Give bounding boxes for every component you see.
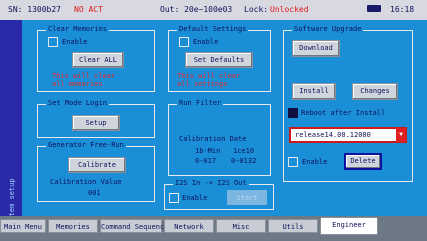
release-select[interactable]: release14.00.12000 <box>289 127 407 143</box>
side-strip: System setup <box>0 20 22 229</box>
default-settings-warning-2: all settings <box>177 80 228 88</box>
upgrade-enable-checkbox[interactable] <box>288 157 298 167</box>
set-mode-login-title: Set Mode Login <box>46 99 110 107</box>
tab-bar: Main Menu Memories Command Sequence Netw… <box>0 216 427 241</box>
clear-memories-enable-checkbox[interactable] <box>48 37 58 47</box>
tab-network[interactable]: Network <box>164 219 214 233</box>
output-status: Out: 20e~100e03 <box>160 5 233 14</box>
calibration-date-label: Calibration Date <box>179 135 247 143</box>
clear-memories-title: Clear Memories <box>46 25 110 33</box>
default-settings-title: Default Settings <box>177 25 249 33</box>
generator-free-run-group: Generator Free-Run Calibrate Calibration… <box>37 141 155 202</box>
clear-memories-group: Clear Memories Enable Clear ALL This wil… <box>37 25 155 92</box>
run-filter-title: Run Filter <box>177 99 224 107</box>
software-upgrade-title: Software Upgrade <box>292 25 364 33</box>
setup-button[interactable]: Setup <box>72 115 120 131</box>
i2s-out-group: I2S In -> I2S Out Enable Start <box>164 179 274 210</box>
tab-command-sequence[interactable]: Command Sequence <box>100 219 168 233</box>
i2s-enable-checkbox[interactable] <box>169 193 179 203</box>
reboot-label: Reboot after Install <box>301 109 386 117</box>
clear-memories-enable-label: Enable <box>62 38 88 46</box>
calibrate-button[interactable]: Calibrate <box>68 157 126 173</box>
i2s-out-title: I2S In -> I2S Out <box>173 179 249 187</box>
default-settings-warning-1: This will clear <box>177 72 241 80</box>
tab-misc[interactable]: Misc <box>216 219 266 233</box>
tab-main-menu[interactable]: Main Menu <box>0 219 46 233</box>
clear-memories-warning-2: all memories <box>52 80 103 88</box>
chevron-down-icon[interactable]: ▼ <box>396 128 406 142</box>
delete-button[interactable]: Delete <box>344 153 382 170</box>
battery-icon <box>367 5 381 12</box>
set-defaults-button[interactable]: Set Defaults <box>185 52 253 68</box>
default-settings-enable-checkbox[interactable] <box>179 37 189 47</box>
device-screen: SN: 1300b27 NO ACT Out: 20e~100e03 Lock:… <box>0 0 427 241</box>
calibration-value: 001 <box>88 189 101 197</box>
tab-utils[interactable]: Utils <box>268 219 318 233</box>
run-filter-row2-left: 0-017 <box>195 157 217 165</box>
run-filter-row2-right: 0-0132 <box>231 157 257 165</box>
set-mode-login-group: Set Mode Login Setup <box>37 99 155 138</box>
alert-indicator: NO ACT <box>74 5 103 14</box>
i2s-start-button[interactable]: Start <box>227 190 267 205</box>
run-filter-group: Run Filter Calibration Date 1b-Min 1ce10… <box>168 99 271 176</box>
download-button[interactable]: Download <box>292 40 340 57</box>
run-filter-row1-left: 1b-Min <box>195 147 221 155</box>
serial-number: SN: 1300b27 <box>8 5 61 14</box>
clear-memories-warning-1: This will clear <box>52 72 116 80</box>
clock: 16:18 <box>390 5 415 14</box>
calibration-value-label: Calibration Value <box>50 178 122 186</box>
generator-free-run-title: Generator Free-Run <box>46 141 126 149</box>
changes-button[interactable]: Changes <box>352 83 398 100</box>
upgrade-enable-label: Enable <box>302 158 328 166</box>
lock-label: Lock: <box>244 5 269 14</box>
tab-memories[interactable]: Memories <box>48 219 98 233</box>
status-bar: SN: 1300b27 NO ACT Out: 20e~100e03 Lock:… <box>0 0 427 20</box>
tab-engineer[interactable]: Engineer <box>320 217 378 235</box>
default-settings-enable-label: Enable <box>193 38 219 46</box>
lock-status: Unlocked <box>270 5 309 14</box>
install-button[interactable]: Install <box>292 83 336 100</box>
i2s-enable-label: Enable <box>182 194 208 202</box>
software-upgrade-group: Software Upgrade Download Install Change… <box>283 25 413 182</box>
reboot-checkbox[interactable] <box>288 108 298 118</box>
clear-all-button[interactable]: Clear ALL <box>72 52 124 68</box>
default-settings-group: Default Settings Enable Set Defaults Thi… <box>168 25 271 92</box>
run-filter-row1-right: 1ce10 <box>233 147 255 155</box>
